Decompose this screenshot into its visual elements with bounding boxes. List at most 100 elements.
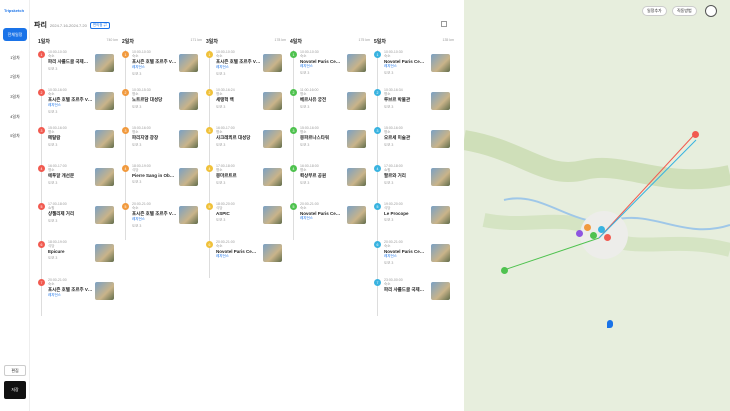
- itinerary-stop[interactable]: 1 10:00-10:30 숙소 파리 샤를드골 국제… 도보 3: [38, 50, 118, 88]
- itinerary-stop[interactable]: 1 10:00-10:30 숙소 Novotel Paris Ce… 레지던스 …: [290, 50, 370, 88]
- itinerary-stop[interactable]: 3 16:00-17:00 명소 사크레쾨르 대성당 도보 3: [206, 126, 286, 164]
- day-header: 1일차 740 km: [38, 38, 118, 45]
- header: 파리 2024.7.16-2024.7.20 편의점 ⇄: [34, 20, 110, 30]
- save-button[interactable]: 저장: [4, 381, 26, 399]
- sidebar-item-all[interactable]: 전체일정: [3, 28, 27, 41]
- stop-transit[interactable]: 도보 3: [132, 224, 202, 229]
- stop-number: 2: [38, 89, 45, 96]
- stop-thumbnail: [431, 92, 450, 110]
- itinerary-stop[interactable]: 4 16:00-18:00 명소 뤽상부르 공원 도보 3: [290, 164, 370, 202]
- stop-number: 1: [374, 51, 381, 58]
- day-label: 4일차: [290, 39, 302, 45]
- map-pin-cluster[interactable]: [576, 222, 612, 246]
- mode-chip[interactable]: 편의점 ⇄: [89, 21, 110, 29]
- stop-number: 3: [38, 127, 45, 134]
- itinerary-stop[interactable]: 4 17:00-18:00 쇼핑 팔르와 거리 도보 3: [374, 164, 454, 202]
- stop-name: 파리지앵 광장: [132, 135, 159, 140]
- day-column: 5일차 135 km 1 10:00-10:30 숙소 Novotel Pari…: [374, 38, 454, 378]
- itinerary-stop[interactable]: 5 19:00-20:00 식당 Le Procope 도보 3: [374, 202, 454, 240]
- map-button-route[interactable]: 직동방법: [672, 6, 697, 16]
- expand-icon[interactable]: [441, 21, 447, 27]
- stop-number: 3: [122, 127, 129, 134]
- app: Tripsketch 전체일정 1일차 2일차 3일차 4일차 5일차 편집 저…: [0, 0, 730, 411]
- map-pin-location[interactable]: [607, 320, 613, 328]
- itinerary-stop[interactable]: 7 23:00-00:00 숙소 파리 샤를드골 국제…: [374, 278, 454, 316]
- stop-thumbnail: [95, 244, 114, 262]
- stop-name: 루브르 박물관: [384, 97, 411, 102]
- stop-number: 6: [374, 241, 381, 248]
- itinerary-stop[interactable]: 7 20:00-21:00 숙소 포시즌 호텔 조르주 V… 레지던스: [38, 278, 118, 316]
- itinerary-stop[interactable]: 5 18:00-20:00 식당 ASPIC 도보 3: [206, 202, 286, 240]
- stop-transit[interactable]: 도보 3: [216, 72, 286, 77]
- itinerary-stop[interactable]: 5 17:00-18:00 쇼핑 샹젤리제 거리 도보 3: [38, 202, 118, 240]
- stop-thumbnail: [263, 168, 282, 186]
- stop-transit[interactable]: 도보 3: [48, 110, 118, 115]
- stop-thumbnail: [95, 92, 114, 110]
- map-graphic: [464, 0, 730, 411]
- stop-number: 4: [374, 165, 381, 172]
- map[interactable]: 일정추가 직동방법: [464, 0, 730, 411]
- stop-number: 4: [206, 165, 213, 172]
- itinerary-stop[interactable]: 2 10:30-16:34 명소 루브르 박물관 도보 3: [374, 88, 454, 126]
- itinerary-stop[interactable]: 3 15:00-16:00 명소 메탈람 도보 3: [38, 126, 118, 164]
- stop-thumbnail: [347, 206, 366, 224]
- itinerary-stop[interactable]: 1 10:00-10:30 숙소 Novotel Paris Ce… 레지던스 …: [374, 50, 454, 88]
- stop-number: 4: [38, 165, 45, 172]
- itinerary-stop[interactable]: 1 10:00-10:30 숙소 포시즌 호텔 조르주 V… 레지던스 도보 3: [122, 50, 202, 88]
- stop-number: 2: [206, 89, 213, 96]
- itinerary-stop[interactable]: 5 20:00-21:00 숙소 포시즌 호텔 조르주 V… 레지던스 도보 3: [122, 202, 202, 240]
- itinerary-stop[interactable]: 6 18:00-19:00 식당 Epicure 도보 3: [38, 240, 118, 278]
- sidebar-item-day5[interactable]: 5일차: [3, 129, 27, 142]
- itinerary-stop[interactable]: 4 17:00-18:00 명소 몽마르트르 도보 3: [206, 164, 286, 202]
- stop-transit[interactable]: 도보 3: [132, 72, 202, 77]
- itinerary-stop[interactable]: 4 16:00-17:00 명소 에투알 개선문 도보 3: [38, 164, 118, 202]
- sidebar-item-day2[interactable]: 2일차: [3, 70, 27, 83]
- day-distance: 171 km: [190, 38, 202, 42]
- map-pin-versailles[interactable]: [501, 267, 508, 274]
- day-label: 1일차: [38, 39, 50, 45]
- itinerary-stop[interactable]: 3 15:00-16:00 명소 파리지앵 광장 도보 3: [122, 126, 202, 164]
- avatar[interactable]: [705, 5, 717, 17]
- stop-number: 5: [290, 203, 297, 210]
- stop-name: 뤽상부르 공원: [300, 173, 327, 178]
- day-column: 2일차 171 km 1 10:00-10:30 숙소 포시즌 호텔 조르주 V…: [122, 38, 202, 378]
- logo: Tripsketch: [4, 8, 25, 13]
- itinerary-stop[interactable]: 2 10:30-16:24 명소 세탱헉 백 도보 3: [206, 88, 286, 126]
- map-button-add[interactable]: 일정추가: [642, 6, 667, 16]
- sidebar-item-day1[interactable]: 1일차: [3, 51, 27, 64]
- itinerary-stop[interactable]: 4 18:00-19:00 식당 Pierre Sang in Ob… 도보 3: [122, 164, 202, 202]
- stop-thumbnail: [347, 54, 366, 72]
- stop-number: 1: [122, 51, 129, 58]
- itinerary-stop[interactable]: 3 15:00-16:00 명소 오르세 미술관 도보 3: [374, 126, 454, 164]
- stop-number: 3: [374, 127, 381, 134]
- itinerary-stop[interactable]: 6 20:00-21:00 숙소 Novotel Paris Ce… 레지던스: [206, 240, 286, 278]
- stop-name: Le Procope: [384, 211, 409, 216]
- stop-name: 파리 샤를드골 국제…: [384, 287, 425, 292]
- itinerary-stop[interactable]: 2 11:00-16:00 명소 베르사유 궁전 도보 3: [290, 88, 370, 126]
- map-pin-cdg[interactable]: [692, 131, 699, 138]
- edit-button[interactable]: 편집: [4, 365, 26, 376]
- day-distance: 178 km: [274, 38, 286, 42]
- sidebar-item-day4[interactable]: 4일차: [3, 110, 27, 123]
- stop-name: 몽파르나스타워: [300, 135, 329, 140]
- stop-thumbnail: [179, 168, 198, 186]
- stop-thumbnail: [347, 168, 366, 186]
- itinerary-stop[interactable]: 3 15:00-16:00 명소 몽파르나스타워 도보 3: [290, 126, 370, 164]
- day-header: 3일차 178 km: [206, 38, 286, 45]
- day-header: 2일차 171 km: [122, 38, 202, 45]
- itinerary-stop[interactable]: 6 20:00-21:00 숙소 Novotel Paris Ce… 레지던스 …: [374, 240, 454, 278]
- stop-thumbnail: [263, 130, 282, 148]
- stop-number: 5: [374, 203, 381, 210]
- day-label: 2일차: [122, 39, 134, 45]
- stop-thumbnail: [431, 206, 450, 224]
- stop-name: 파리 샤를드골 국제…: [48, 59, 89, 64]
- itinerary-stop[interactable]: 1 10:00-10:30 숙소 포시즌 호텔 조르주 V… 레지던스 도보 3: [206, 50, 286, 88]
- itinerary-stop[interactable]: 5 20:00-21:00 숙소 Novotel Paris Ce… 레지던스: [290, 202, 370, 240]
- stop-number: 3: [206, 127, 213, 134]
- stop-thumbnail: [95, 206, 114, 224]
- stop-name: 메탈람: [48, 135, 61, 140]
- sidebar-item-day3[interactable]: 3일차: [3, 90, 27, 103]
- itinerary-stop[interactable]: 2 10:30-16:00 숙소 포시즌 호텔 조르주 V… 레지던스 도보 3: [38, 88, 118, 126]
- itinerary-stop[interactable]: 2 10:30-15:30 명소 노트르담 대성당 도보 3: [122, 88, 202, 126]
- stop-name: 세탱헉 백: [216, 97, 234, 102]
